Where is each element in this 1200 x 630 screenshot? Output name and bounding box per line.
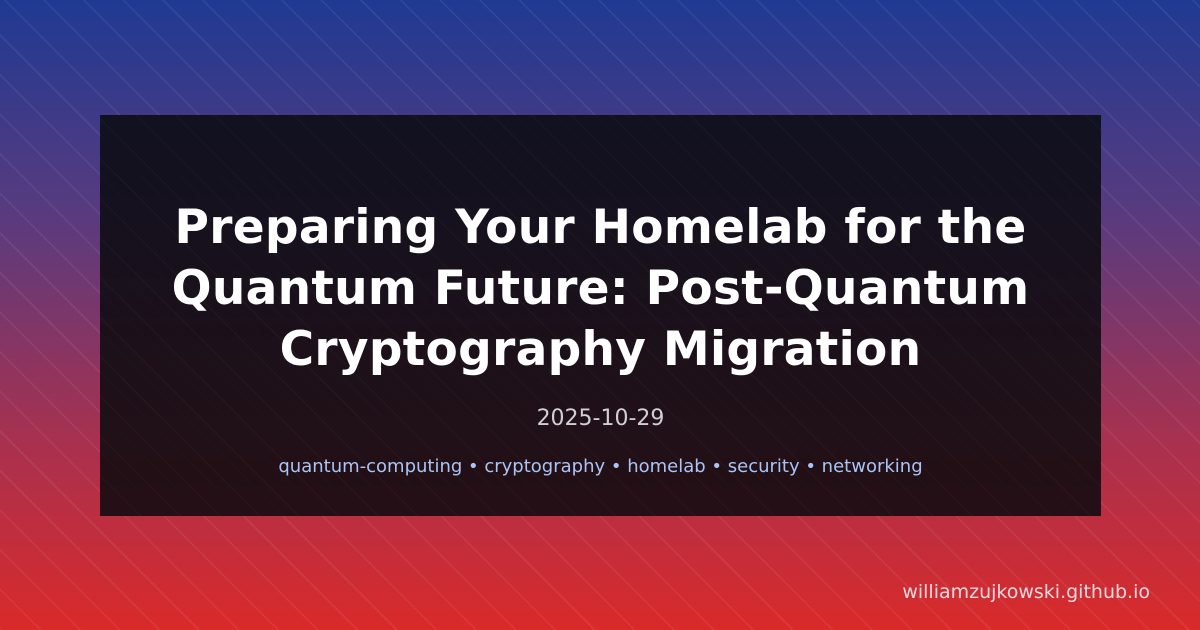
post-date: 2025-10-29	[536, 406, 665, 431]
site-url: williamzujkowski.github.io	[902, 581, 1150, 603]
post-title: Preparing Your Homelab for the Quantum F…	[171, 200, 1030, 377]
title-card: Preparing Your Homelab for the Quantum F…	[100, 115, 1101, 516]
post-tags: quantum-computing • cryptography • homel…	[278, 456, 923, 477]
